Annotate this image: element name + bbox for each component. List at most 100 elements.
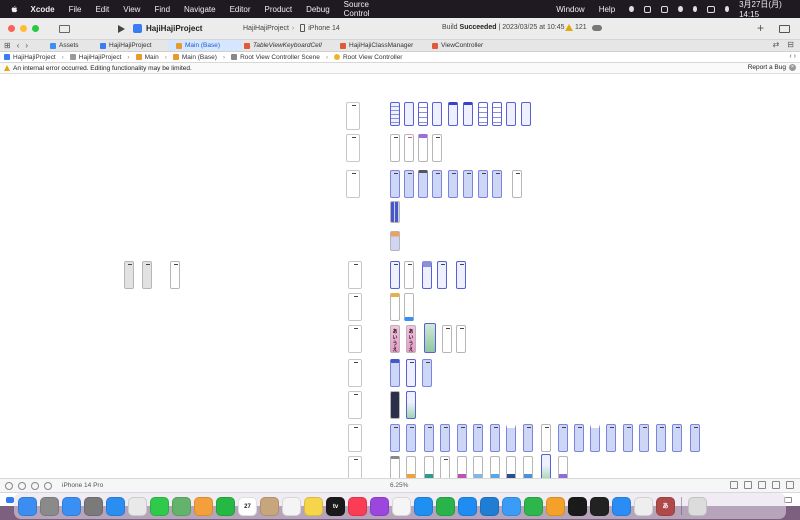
tab-project[interactable]: HajiHajiProject [100, 40, 166, 51]
menu-editor[interactable]: Editor [230, 5, 251, 14]
scene-thumbnail[interactable] [406, 359, 416, 387]
scene-thumbnail[interactable] [457, 456, 467, 478]
menu-product[interactable]: Product [265, 5, 293, 14]
hiragana-keyboard-scene[interactable]: あい うえ [406, 325, 416, 353]
scene-thumbnail[interactable] [390, 456, 400, 478]
menu-help[interactable]: Help [599, 5, 615, 14]
launchpad-icon[interactable] [40, 496, 59, 516]
photos-icon[interactable] [194, 496, 213, 516]
scene-thumbnail[interactable] [448, 102, 458, 126]
outline-toggle-icon[interactable] [5, 481, 13, 490]
orientation-icon[interactable] [44, 481, 52, 490]
menu-find[interactable]: Find [154, 5, 170, 14]
collection-view-scene[interactable] [390, 201, 400, 223]
cloud-icon[interactable] [592, 25, 602, 31]
toggle-navigator-icon[interactable] [59, 24, 70, 33]
scene-thumbnail[interactable] [492, 170, 502, 198]
navigation-controller-scene[interactable] [348, 456, 362, 478]
table-view-scene[interactable] [478, 102, 488, 126]
tab-main-base[interactable]: Main (Base) [168, 40, 242, 51]
grid-icon[interactable]: ⊞ [4, 41, 11, 50]
wifi-icon[interactable] [678, 6, 683, 12]
preview-icon[interactable] [634, 496, 653, 516]
hiragana-keyboard-scene[interactable]: あい うえ [390, 325, 400, 353]
navigation-controller-scene[interactable] [346, 134, 360, 162]
table-view-scene[interactable] [418, 102, 428, 126]
chrome-icon[interactable] [128, 496, 147, 516]
align-icon[interactable] [744, 481, 752, 489]
scene-thumbnail[interactable] [506, 102, 516, 126]
scene-thumbnail[interactable] [422, 359, 432, 387]
spotlight-icon[interactable] [692, 6, 698, 12]
mail-icon[interactable] [62, 496, 81, 516]
table-view-scene[interactable] [492, 102, 502, 126]
terminal-icon[interactable] [590, 496, 609, 516]
pages-icon[interactable] [546, 496, 565, 516]
menu-file[interactable]: File [69, 5, 82, 14]
menu-view[interactable]: View [123, 5, 140, 14]
facetime-icon[interactable] [216, 496, 235, 516]
back-arrow-icon[interactable]: ‹ [17, 41, 20, 50]
vscode-icon[interactable] [480, 496, 499, 516]
scene-thumbnail[interactable] [440, 456, 450, 478]
scene-thumbnail[interactable] [390, 170, 400, 198]
finder-icon[interactable] [18, 496, 37, 516]
issue-navigation-arrows[interactable]: ‹ › [789, 53, 796, 60]
music-icon[interactable] [348, 496, 367, 516]
scene-thumbnail[interactable] [404, 170, 414, 198]
device-configuration[interactable]: iPhone 14 Pro [62, 482, 103, 489]
scene-thumbnail[interactable] [656, 424, 666, 452]
toggle-inspector-icon[interactable] [779, 25, 790, 33]
podcasts-icon[interactable] [370, 496, 389, 516]
scheme-selector[interactable]: HajiHajiProject › iPhone 14 [243, 24, 340, 32]
menu-window[interactable]: Window [556, 5, 584, 14]
scene-thumbnail[interactable] [457, 424, 467, 452]
run-button[interactable] [118, 24, 125, 33]
scene-thumbnail[interactable] [541, 424, 551, 452]
numbers-icon[interactable] [436, 496, 455, 516]
scene-thumbnail[interactable] [406, 424, 416, 452]
contacts-icon[interactable] [260, 496, 279, 516]
related-items-icon[interactable]: ⇄ [773, 40, 780, 49]
scene-thumbnail[interactable] [590, 424, 600, 452]
apple-icon[interactable] [10, 4, 19, 14]
navigation-controller-scene[interactable] [346, 170, 360, 198]
tv-icon[interactable]: tv [326, 496, 345, 516]
dark-scene[interactable] [390, 391, 400, 419]
navigation-controller-scene[interactable] [348, 424, 362, 452]
scene-thumbnail[interactable] [490, 424, 500, 452]
scene-thumbnail[interactable] [432, 134, 442, 162]
scene-thumbnail[interactable] [404, 261, 414, 289]
scene-thumbnail[interactable] [558, 424, 568, 452]
breadcrumb-project[interactable]: HajiHajiProject [4, 54, 56, 61]
appearance-icon[interactable] [18, 481, 26, 490]
dark-mode-icon[interactable] [31, 481, 39, 490]
navigation-controller-scene[interactable] [348, 293, 362, 321]
update-frames-icon[interactable] [730, 481, 738, 489]
control-center-icon[interactable] [707, 5, 715, 13]
xcode-icon[interactable] [502, 496, 521, 516]
scene-thumbnail[interactable] [690, 424, 700, 452]
scene-thumbnail[interactable] [558, 456, 568, 478]
scene-thumbnail[interactable] [170, 261, 180, 289]
scene-thumbnail[interactable] [574, 424, 584, 452]
navigation-controller-scene[interactable] [348, 261, 362, 289]
scene-thumbnail[interactable] [390, 231, 400, 251]
maps-icon[interactable] [172, 496, 191, 516]
scene-thumbnail[interactable] [523, 456, 533, 478]
keynote-icon[interactable] [414, 496, 433, 516]
messages-icon[interactable] [150, 496, 169, 516]
numbers2-icon[interactable] [524, 496, 543, 516]
scene-thumbnail[interactable] [541, 454, 551, 478]
forward-arrow-icon[interactable]: › [25, 41, 28, 50]
scheme-name[interactable]: HajiHajiProject [243, 25, 289, 32]
close-window-button[interactable] [8, 25, 15, 32]
appstore-icon[interactable] [458, 496, 477, 516]
embed-icon[interactable] [786, 481, 794, 489]
scene-thumbnail[interactable] [506, 456, 516, 478]
add-button[interactable]: + [757, 21, 764, 35]
scene-thumbnail[interactable] [424, 323, 436, 353]
scene-thumbnail[interactable] [390, 424, 400, 452]
scene-thumbnail[interactable] [448, 170, 458, 198]
navigation-controller-scene[interactable] [348, 325, 362, 353]
